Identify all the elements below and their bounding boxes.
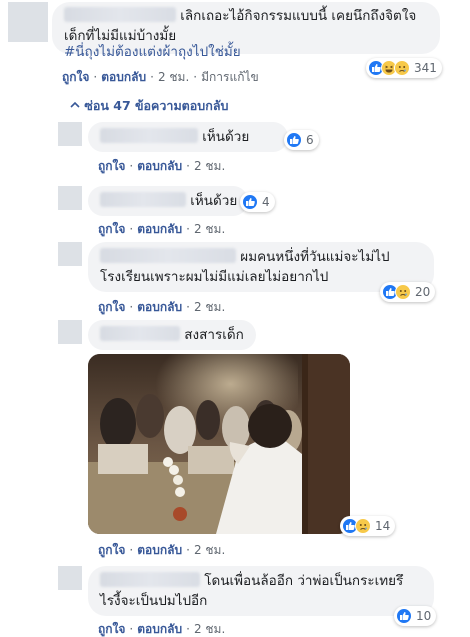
replies-toggle-label: ซ่อน 47 ข้อความตอบกลับ	[84, 98, 229, 113]
reply-actions: ถูกใจ · ตอบกลับ · 2 ชม.	[98, 159, 226, 173]
reply-link[interactable]: ตอบกลับ	[137, 159, 182, 173]
reply-link[interactable]: ตอบกลับ	[137, 222, 182, 236]
avatar[interactable]	[58, 186, 82, 210]
avatar[interactable]	[58, 566, 82, 590]
reaction-summary[interactable]: 10	[394, 606, 437, 626]
timestamp[interactable]: 2 ชม.	[158, 70, 189, 84]
reply-link[interactable]: ตอบกลับ	[101, 70, 146, 84]
reply-text-line2: โรงเรียนเพราะผมไม่มีแม่เลยไม่อยากไป	[100, 269, 329, 285]
blurred-username[interactable]	[100, 128, 198, 143]
reply-text: สงสารเด็ก	[184, 327, 244, 343]
reaction-summary[interactable]: 20	[380, 282, 436, 302]
like-link[interactable]: ถูกใจ	[98, 159, 125, 173]
sad-emoji-icon	[395, 284, 411, 300]
thumbs-up-icon	[396, 608, 412, 624]
reaction-count: 14	[375, 519, 391, 533]
timestamp[interactable]: 2 ชม.	[194, 300, 225, 314]
reply-text-line1: โดนเพื่อนล้ออีก ว่าพ่อเป็นกระเทยรึ	[204, 573, 404, 589]
like-link[interactable]: ถูกใจ	[98, 300, 125, 314]
reply-text-line1: ผมคนหนึ่งที่วันแม่จะไม่ไป	[240, 249, 390, 265]
reply-text-line2: ไรงี้จะเป็นปมไปอีก	[100, 593, 208, 609]
reaction-summary[interactable]: 4	[240, 192, 275, 212]
timestamp[interactable]: 2 ชม.	[194, 543, 225, 557]
reply-text: เห็นด้วย	[190, 193, 238, 209]
reply-text: เห็นด้วย	[202, 129, 250, 145]
like-link[interactable]: ถูกใจ	[98, 222, 125, 236]
reaction-count: 10	[416, 609, 432, 623]
reaction-count: 20	[415, 285, 431, 299]
like-link[interactable]: ถูกใจ	[98, 622, 125, 636]
reaction-count: 341	[414, 61, 437, 75]
reaction-summary[interactable]: 14	[340, 516, 396, 536]
reply-actions: ถูกใจ · ตอบกลับ · 2 ชม.	[98, 622, 226, 636]
like-link[interactable]: ถูกใจ	[62, 70, 89, 84]
reply-link[interactable]: ตอบกลับ	[137, 543, 182, 557]
reply-bubble: สงสารเด็ก	[88, 320, 256, 350]
reply-actions: ถูกใจ · ตอบกลับ · 2 ชม.	[98, 543, 226, 557]
thumbs-up-icon	[286, 132, 302, 148]
timestamp[interactable]: 2 ชม.	[194, 622, 225, 636]
comment-actions: ถูกใจ · ตอบกลับ · 2 ชม. · มีการแก้ไข	[62, 70, 259, 84]
reply-bubble: เห็นด้วย	[88, 122, 288, 152]
blurred-username[interactable]	[100, 192, 186, 207]
blurred-username[interactable]	[100, 326, 180, 341]
reply-actions: ถูกใจ · ตอบกลับ · 2 ชม.	[98, 222, 226, 236]
hide-replies-button[interactable]: ซ่อน 47 ข้อความตอบกลับ	[70, 96, 228, 116]
reply-link[interactable]: ตอบกลับ	[137, 622, 182, 636]
reply-actions: ถูกใจ · ตอบกลับ · 2 ชม.	[98, 300, 226, 314]
reply-bubble: โดนเพื่อนล้ออีก ว่าพ่อเป็นกระเทยรึ ไรงี้…	[88, 566, 434, 616]
blurred-username[interactable]	[100, 572, 200, 587]
reply-bubble: เห็นด้วย	[88, 186, 248, 216]
avatar[interactable]	[58, 122, 82, 146]
edited-label[interactable]: มีการแก้ไข	[201, 70, 259, 84]
avatar[interactable]	[58, 242, 82, 266]
reaction-count: 6	[306, 133, 314, 147]
thumbs-up-icon	[242, 194, 258, 210]
avatar[interactable]	[8, 2, 48, 42]
reaction-summary[interactable]: 341	[366, 58, 442, 78]
reply-link[interactable]: ตอบกลับ	[137, 300, 182, 314]
avatar[interactable]	[58, 320, 82, 344]
comment-text-line1: เลิกเถอะไอ้กิจกรรมแบบนี้ เคยนึกถึงจิตใจ	[180, 8, 417, 24]
reaction-count: 4	[262, 195, 270, 209]
attached-photo-image	[88, 354, 350, 534]
blurred-username[interactable]	[64, 7, 176, 22]
sad-emoji-icon	[355, 518, 371, 534]
sad-emoji-icon	[394, 60, 410, 76]
comment-hashtag[interactable]: #นี่ถุงไม่ต้องแต่งผ้าถุงไปใช่มั้ย	[64, 40, 241, 62]
blurred-username[interactable]	[100, 248, 236, 263]
timestamp[interactable]: 2 ชม.	[194, 222, 225, 236]
attached-photo[interactable]	[88, 354, 350, 534]
chevron-up-icon	[70, 101, 80, 108]
reaction-summary[interactable]: 6	[284, 130, 319, 150]
timestamp[interactable]: 2 ชม.	[194, 159, 225, 173]
like-link[interactable]: ถูกใจ	[98, 543, 125, 557]
